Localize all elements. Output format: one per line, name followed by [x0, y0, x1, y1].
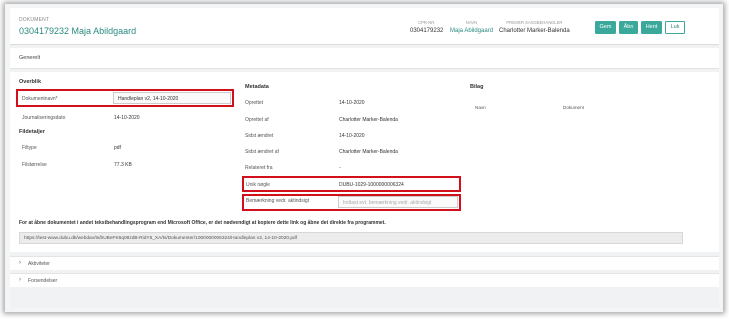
sidst-aendret-af-label: Sidst ændret af — [245, 149, 279, 155]
open-button[interactable]: Åbn — [619, 21, 638, 34]
navn-link[interactable]: Maja Abildgaard — [450, 28, 493, 34]
oprettet-value: 14-10-2020 — [339, 100, 365, 106]
filtype-value: pdf — [114, 145, 121, 151]
sidst-aendret-label: Sidst ændret — [245, 133, 274, 139]
cpr-label: CPR-NR. — [417, 20, 436, 25]
chevron-right-icon: › — [19, 277, 21, 283]
filstoerrelse-value: 77.3 KB — [114, 162, 132, 168]
bilag-col-dokument[interactable]: Dokument — [563, 105, 584, 110]
dokumentnavn-input[interactable]: Handleplan v2, 14-10-2020 — [113, 92, 231, 104]
aktiviteter-label: Aktiviteter — [28, 260, 50, 267]
chevron-right-icon: › — [19, 260, 21, 266]
dokumentnavn-value: Handleplan v2, 14-10-2020 — [118, 96, 179, 102]
document-header: DOKUMENT 0304179232 Maja Abildgaard CPR-… — [10, 8, 719, 45]
save-button[interactable]: Gem — [595, 21, 616, 34]
navn-block: NAVN Maja Abildgaard — [450, 20, 493, 34]
oprettet-label: Oprettet — [245, 100, 264, 106]
bemaerkning-input[interactable]: Indtast evt. bemærkning vedr. aktindsigt — [338, 196, 458, 208]
download-button[interactable]: Hent — [641, 21, 662, 34]
general-panel: Overblik Dokumentnavn* Handleplan v2, 14… — [10, 72, 719, 252]
bemaerkning-placeholder: Indtast evt. bemærkning vedr. aktindsigt — [343, 200, 432, 206]
accordion-forsendelser[interactable]: › Forsendelser — [10, 273, 719, 287]
dokumentnavn-label: Dokumentnavn* — [22, 96, 58, 102]
accordion-aktiviteter[interactable]: › Aktiviteter — [10, 256, 719, 270]
sidst-aendret-af-value: Charlotter Marker-Balenda — [339, 149, 398, 155]
bilag-col-navn[interactable]: Navn — [475, 105, 486, 110]
document-window: DOKUMENT 0304179232 Maja Abildgaard CPR-… — [10, 8, 719, 308]
tab-generelt-label: Generelt — [19, 55, 41, 61]
oprettet-af-label: Oprettet af — [245, 117, 269, 123]
bemaerkning-label: Bemærkning vedr. aktindsigt — [246, 198, 310, 204]
filstoerrelse-label: Filstørrelse — [22, 162, 47, 168]
document-url-field[interactable]: https://test-www.dubu.dk/webdav/ts/bUBeF… — [19, 232, 683, 244]
oprettet-af-value: Charlotter Marker-Balenda — [339, 117, 398, 123]
forsendelser-label: Forsendelser — [28, 277, 58, 284]
sagsbehandler-block: PRIMÆR SAGSBEHANDLER Charlotter Marker-B… — [499, 20, 570, 34]
tab-generelt[interactable]: Generelt — [10, 48, 719, 69]
metadata-heading: Metadata — [245, 84, 269, 90]
sidst-aendret-value: 14-10-2020 — [339, 133, 365, 139]
sagsbehandler-label: PRIMÆR SAGSBEHANDLER — [506, 20, 563, 25]
navn-label: NAVN — [465, 20, 478, 25]
document-type-label: DOKUMENT — [19, 17, 50, 23]
fildetaljer-heading: Fildetaljer — [19, 129, 45, 135]
overblik-heading: Overblik — [19, 79, 42, 85]
link-note: For at åbne dokumentet i andet tekstbeha… — [19, 220, 386, 226]
document-url: https://test-www.dubu.dk/webdav/ts/bUBeF… — [24, 236, 298, 241]
page-title: 0304179232 Maja Abildgaard — [19, 26, 137, 36]
relateret-fra-value: - — [339, 165, 341, 171]
bilag-heading: Bilag — [470, 84, 484, 90]
journaliseringsdato-label: Journaliseringsdato — [22, 115, 66, 121]
filtype-label: Filtype — [22, 145, 37, 151]
unik-noegle-label: Unik nøgle — [246, 182, 270, 188]
journaliseringsdato-value: 14-10-2020 — [114, 115, 140, 121]
cpr-block: CPR-NR. 0304179232 — [410, 20, 443, 34]
cpr-value: 0304179232 — [410, 28, 444, 34]
relateret-fra-label: Relateret fra — [245, 165, 273, 171]
unik-noegle-value: DUBU-1029-1000000006324 — [339, 182, 404, 188]
close-button[interactable]: Luk — [665, 21, 685, 34]
sagsbehandler-value: Charlotter Marker-Balenda — [499, 28, 570, 34]
